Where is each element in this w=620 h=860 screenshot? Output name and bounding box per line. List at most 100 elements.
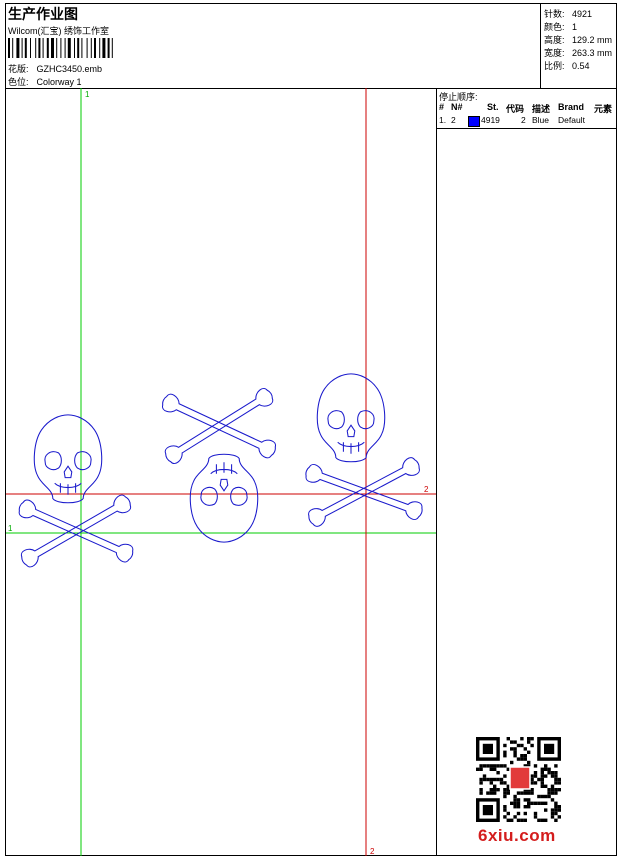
qr-module [513,747,517,751]
barcode-bar [21,38,23,58]
qr-module [554,764,558,768]
stat-label: 针数: [544,9,565,19]
qr-module [510,818,514,822]
qr-module [557,788,561,792]
barcode-bar [56,38,58,58]
barcode-bar [51,38,54,58]
barcode-bar [24,38,27,58]
barcode-bar [67,38,71,58]
qr-module [520,743,524,748]
qr-module [554,818,558,822]
barcode-bar [60,38,62,58]
qr-module [537,777,541,782]
qr-module [486,791,490,795]
barcode-bar [16,38,20,58]
qr-module [493,788,497,792]
qr-module [479,767,483,771]
qr-module [533,815,538,819]
design-stats: 针数: 4921 颜色: 1 高度: 129.2 mm 宽度: 263.3 mm 比例:… [540,4,617,88]
qr-module [523,818,527,822]
qr-module [554,774,558,778]
green-guide-label-left: 1 [8,524,13,533]
qr-module [503,781,507,785]
barcode-bar [86,38,88,58]
stat-label: 比例: [544,61,565,71]
skull-crossbones-middle [159,385,279,543]
qr-module [540,794,544,799]
barcode-bar [46,38,49,58]
qr-module [523,811,527,816]
qr-module [537,801,541,805]
qr-module [527,750,531,754]
qr-module [496,777,500,782]
qr-module [544,784,548,788]
row-needle: 2 [451,115,456,125]
qr-module [510,760,514,765]
qr-module [527,737,531,741]
qr-module [547,767,551,771]
qr-module [533,764,538,768]
qr-module [533,774,538,778]
stat-value: 129.2 mm [572,35,613,45]
qr-module [547,791,551,795]
watermark: 6xiu.com [478,826,556,845]
qr-module [544,808,548,812]
qr-module [503,808,507,812]
column-header: St. [487,102,499,112]
barcode-bar [35,38,37,58]
colorway-value: Colorway 1 [36,77,82,87]
qr-module [513,750,517,754]
barcode-bar [8,38,10,58]
qr-module [520,757,524,761]
qr-module [513,754,517,758]
qr-module [479,777,483,782]
qr-module [516,757,521,761]
column-header: 代码 [506,104,525,114]
qr-module [496,771,500,775]
qr-module [550,784,555,788]
qr-module [530,774,534,778]
qr-module [540,818,544,822]
row-brand: Default [558,115,585,125]
qr-module [527,760,531,765]
qr-module [530,801,534,805]
qr-module [499,777,504,782]
stat-label: 宽度: [544,48,565,58]
qr-module [523,798,527,802]
stat-height: 高度: 129.2 mm [544,33,612,46]
stat-label: 高度: [544,35,565,45]
qr-module [520,791,524,795]
green-guide-label-top: 1 [85,90,90,99]
qr-module [506,737,510,741]
qr-module [489,777,493,782]
qr-module [544,764,548,768]
qr-module [557,781,561,785]
stat-value: 263.3 mm [572,48,613,58]
qr-module [540,771,544,775]
qr-module [503,788,507,792]
qr-module [503,815,507,819]
page-title: 生产作业图 [8,7,78,23]
row-code: 2 [521,115,526,125]
header-info: 生产作业图 Wilcom(汇宝) 绣饰工作室 花版: GZHC3450.emb … [6,4,540,88]
stat-color-count: 颜色: 1 [544,20,577,33]
qr-module [503,774,507,778]
colorway-line: 色位: Colorway 1 [8,75,82,88]
qr-module [503,754,507,758]
qr-module [503,791,507,795]
qr-logo-seal [509,766,531,790]
qr-module [544,767,548,771]
qr-module [527,805,531,809]
qr-module [557,805,561,809]
qr-module [554,791,558,795]
qr-module [550,791,555,795]
qr-module [520,818,524,822]
qr-module [489,767,493,771]
qr-module [554,811,558,816]
qr-module [510,747,514,751]
barcode-bar [111,38,113,58]
table-row: 1. 2 4919 2 Blue Default [437,115,616,129]
qr-module [530,791,534,795]
colorway-label: 色位: [8,77,29,87]
qr-module [479,791,483,795]
